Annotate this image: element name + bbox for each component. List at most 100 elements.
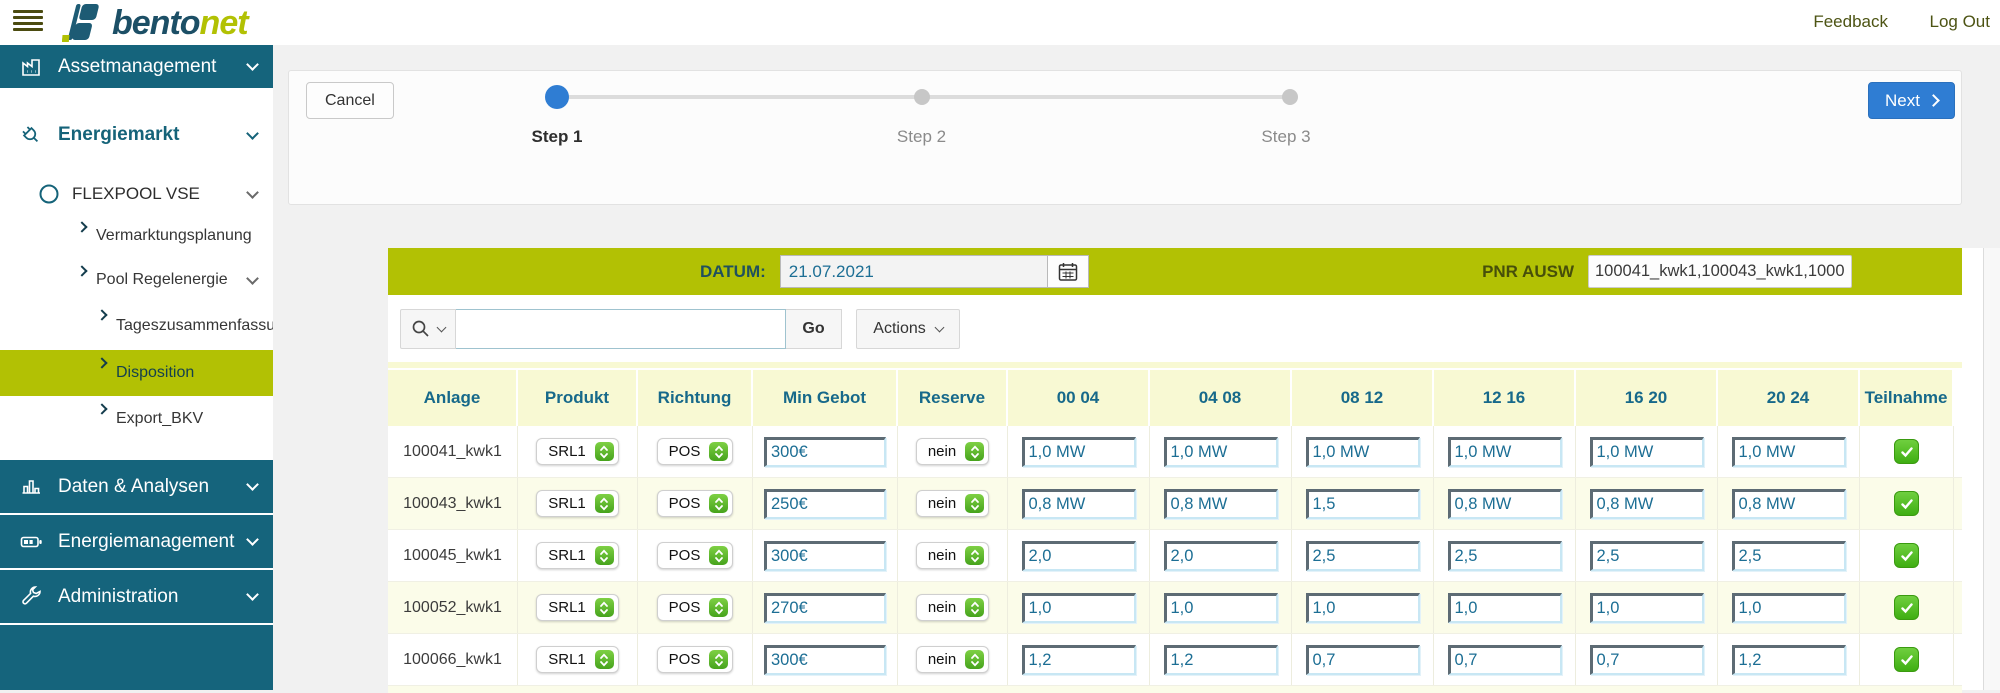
- slot-input-12-16[interactable]: [1448, 593, 1562, 623]
- sidebar-item-label: Assetmanagement: [58, 56, 248, 78]
- slot-input-00-04[interactable]: [1022, 437, 1136, 467]
- sidebar-item-vermarktungsplanung[interactable]: Vermarktungsplanung: [0, 214, 273, 258]
- sidebar-item-energiemanagement[interactable]: Energiemanagement: [0, 515, 273, 568]
- slot-input-00-04[interactable]: [1022, 541, 1136, 571]
- reserve-select-value: nein: [928, 599, 956, 616]
- column-header-08-12: 08 12: [1292, 370, 1434, 426]
- slot-input-08-12[interactable]: [1306, 489, 1420, 519]
- reserve-select[interactable]: nein: [916, 542, 989, 569]
- richtung-select[interactable]: POS: [657, 594, 734, 621]
- column-header-16-20: 16 20: [1576, 370, 1718, 426]
- step-3-dot: [1282, 89, 1298, 105]
- slot-input-08-12[interactable]: [1306, 541, 1420, 571]
- reserve-select[interactable]: nein: [916, 490, 989, 517]
- hamburger-menu-icon[interactable]: [13, 10, 43, 35]
- reserve-select[interactable]: nein: [916, 594, 989, 621]
- slot-input-04-08[interactable]: [1164, 437, 1278, 467]
- next-button[interactable]: Next: [1868, 82, 1955, 119]
- slot-input-00-04[interactable]: [1022, 645, 1136, 675]
- sidebar: Assetmanagement Energiemarkt FLEXPOOL VS…: [0, 45, 273, 690]
- factory-icon: [18, 55, 44, 79]
- min-gebot-input[interactable]: [764, 593, 886, 623]
- pnr-ausw-input[interactable]: [1588, 255, 1852, 288]
- slot-input-12-16[interactable]: [1448, 645, 1562, 675]
- vertical-scrollbar[interactable]: [1983, 248, 2000, 690]
- slot-input-20-24[interactable]: [1732, 645, 1846, 675]
- chevron-right-icon: [96, 357, 107, 368]
- logout-link[interactable]: Log Out: [1930, 12, 1991, 32]
- slot-input-08-12[interactable]: [1306, 437, 1420, 467]
- go-button[interactable]: Go: [786, 309, 842, 349]
- richtung-select[interactable]: POS: [657, 646, 734, 673]
- slot-input-00-04[interactable]: [1022, 489, 1136, 519]
- teilnahme-checkbox[interactable]: [1894, 491, 1919, 516]
- slot-input-12-16[interactable]: [1448, 437, 1562, 467]
- slot-input-12-16[interactable]: [1448, 541, 1562, 571]
- slot-input-04-08[interactable]: [1164, 489, 1278, 519]
- richtung-select[interactable]: POS: [657, 438, 734, 465]
- min-gebot-input[interactable]: [764, 489, 886, 519]
- produkt-select[interactable]: SRL1: [536, 438, 619, 465]
- slot-input-20-24[interactable]: [1732, 541, 1846, 571]
- logo-text-bento: bento: [112, 4, 200, 42]
- slot-input-04-08[interactable]: [1164, 645, 1278, 675]
- produkt-select[interactable]: SRL1: [536, 646, 619, 673]
- sidebar-item-pool-regelenergie[interactable]: Pool Regelenergie: [0, 258, 273, 302]
- select-stepper-icon: [709, 598, 728, 617]
- search-input[interactable]: [456, 309, 786, 349]
- sidebar-item-disposition[interactable]: Disposition: [0, 350, 273, 396]
- slot-input-16-20[interactable]: [1590, 593, 1704, 623]
- search-scope-button[interactable]: [400, 309, 456, 349]
- sidebar-item-tageszusammenfassung[interactable]: Tageszusammenfassung: [0, 302, 273, 350]
- produkt-select[interactable]: SRL1: [536, 490, 619, 517]
- richtung-select[interactable]: POS: [657, 542, 734, 569]
- chevron-right-icon: [76, 221, 87, 232]
- filter-bar: DATUM: PNR AUSW: [388, 248, 1962, 295]
- datum-input[interactable]: [780, 255, 1048, 288]
- slot-input-20-24[interactable]: [1732, 593, 1846, 623]
- slot-input-04-08[interactable]: [1164, 593, 1278, 623]
- sidebar-item-administration[interactable]: Administration: [0, 570, 273, 623]
- teilnahme-checkbox[interactable]: [1894, 439, 1919, 464]
- slot-input-00-04[interactable]: [1022, 593, 1136, 623]
- chevron-right-icon: [76, 265, 87, 276]
- calendar-button[interactable]: [1048, 255, 1089, 288]
- produkt-select[interactable]: SRL1: [536, 594, 619, 621]
- wizard-stepper: Step 1 Step 2 Step 3: [545, 85, 1298, 155]
- feedback-link[interactable]: Feedback: [1813, 12, 1888, 32]
- slot-input-04-08[interactable]: [1164, 541, 1278, 571]
- min-gebot-input[interactable]: [764, 645, 886, 675]
- column-header-min-gebot: Min Gebot: [753, 370, 898, 426]
- slot-input-16-20[interactable]: [1590, 437, 1704, 467]
- min-gebot-input[interactable]: [764, 541, 886, 571]
- produkt-select-value: SRL1: [548, 495, 586, 512]
- report-panel: DATUM: PNR AUSW Go Actio: [388, 248, 2000, 690]
- sidebar-item-flexpool-vse[interactable]: FLEXPOOL VSE: [0, 174, 273, 214]
- sidebar-item-daten-analysen[interactable]: Daten & Analysen: [0, 460, 273, 513]
- cancel-button[interactable]: Cancel: [306, 82, 394, 119]
- slot-input-20-24[interactable]: [1732, 489, 1846, 519]
- slot-input-08-12[interactable]: [1306, 645, 1420, 675]
- reserve-select[interactable]: nein: [916, 438, 989, 465]
- slot-input-12-16[interactable]: [1448, 489, 1562, 519]
- min-gebot-input[interactable]: [764, 437, 886, 467]
- actions-button[interactable]: Actions: [856, 309, 960, 349]
- teilnahme-checkbox[interactable]: [1894, 543, 1919, 568]
- slot-input-16-20[interactable]: [1590, 541, 1704, 571]
- slot-input-08-12[interactable]: [1306, 593, 1420, 623]
- produkt-select[interactable]: SRL1: [536, 542, 619, 569]
- slot-input-20-24[interactable]: [1732, 437, 1846, 467]
- teilnahme-checkbox[interactable]: [1894, 595, 1919, 620]
- reserve-select[interactable]: nein: [916, 646, 989, 673]
- teilnahme-checkbox[interactable]: [1894, 647, 1919, 672]
- sidebar-item-export-bkv[interactable]: Export_BKV: [0, 396, 273, 442]
- anlage-cell: 100052_kwk1: [388, 582, 518, 633]
- step-1-label: Step 1: [531, 127, 582, 147]
- sidebar-item-energiemarkt[interactable]: Energiemarkt: [0, 114, 273, 156]
- slot-input-16-20[interactable]: [1590, 645, 1704, 675]
- sidebar-item-assetmanagement[interactable]: Assetmanagement: [0, 45, 273, 88]
- logo-text-net: net: [200, 4, 248, 42]
- richtung-select[interactable]: POS: [657, 490, 734, 517]
- search-toolbar: Go Actions: [400, 309, 960, 349]
- slot-input-16-20[interactable]: [1590, 489, 1704, 519]
